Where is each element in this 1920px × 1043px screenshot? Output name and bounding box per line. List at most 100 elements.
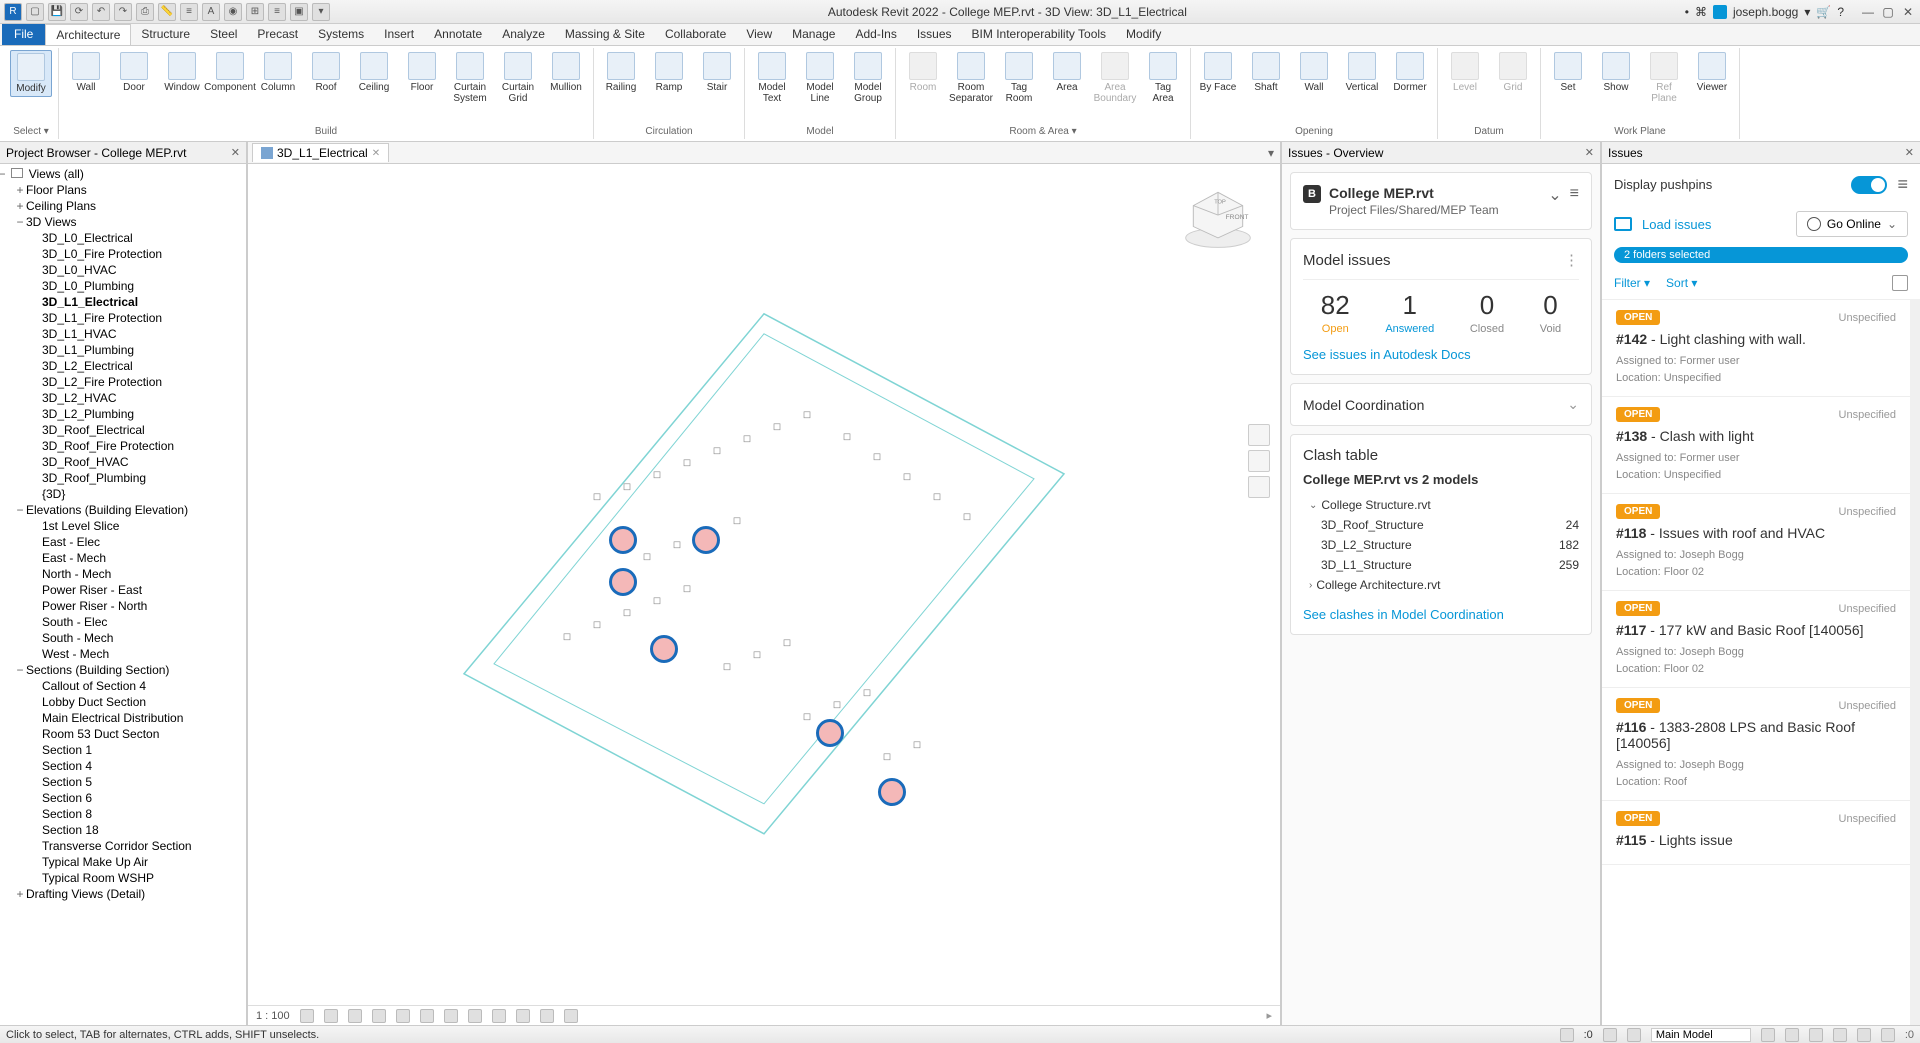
tab-options-icon[interactable]: ▾: [1262, 146, 1280, 160]
tree-item[interactable]: 3D_L0_HVAC: [0, 262, 246, 278]
menu-tab-issues[interactable]: Issues: [907, 24, 962, 45]
tree-item[interactable]: East - Elec: [0, 534, 246, 550]
collapse-icon[interactable]: −: [14, 663, 26, 677]
issue-pushpin[interactable]: [878, 778, 906, 806]
sun-path-icon[interactable]: [348, 1009, 362, 1023]
scroll-right-icon[interactable]: ▸: [1266, 1009, 1272, 1022]
stat-open[interactable]: 82 Open: [1321, 290, 1350, 335]
reveal-hidden-icon[interactable]: [516, 1009, 530, 1023]
menu-tab-massing-site[interactable]: Massing & Site: [555, 24, 655, 45]
menu-tab-modify[interactable]: Modify: [1116, 24, 1171, 45]
model-coordination-row[interactable]: Model Coordination ⌄: [1290, 383, 1592, 426]
visual-style-icon[interactable]: [324, 1009, 338, 1023]
ribbon-button-model-text[interactable]: Model Text: [751, 50, 793, 106]
expand-icon[interactable]: +: [14, 199, 26, 213]
tree-item[interactable]: 3D_L0_Plumbing: [0, 278, 246, 294]
thin-lines-icon[interactable]: ≡: [268, 3, 286, 21]
tree-item[interactable]: 3D_Roof_Electrical: [0, 422, 246, 438]
ribbon-button-model-group[interactable]: Model Group: [847, 50, 889, 106]
maximize-icon[interactable]: ▢: [1880, 5, 1896, 19]
ribbon-button-tag-area[interactable]: Tag Area: [1142, 50, 1184, 106]
tree-item[interactable]: 3D_Roof_Plumbing: [0, 470, 246, 486]
menu-tab-analyze[interactable]: Analyze: [492, 24, 555, 45]
sync-icon[interactable]: ⟳: [70, 3, 88, 21]
clash-link[interactable]: See clashes in Model Coordination: [1303, 607, 1579, 622]
tree-item[interactable]: −Elevations (Building Elevation): [0, 502, 246, 518]
tree-item[interactable]: 3D_L1_Plumbing: [0, 342, 246, 358]
ribbon-button-component[interactable]: Component: [209, 50, 251, 95]
lock-3d-icon[interactable]: [468, 1009, 482, 1023]
load-issues-link[interactable]: Load issues: [1642, 217, 1711, 232]
revit-logo-icon[interactable]: R: [4, 3, 22, 21]
select-underlay-icon[interactable]: [1785, 1028, 1799, 1042]
menu-tab-add-ins[interactable]: Add-Ins: [845, 24, 906, 45]
menu-icon[interactable]: ≡: [1570, 185, 1579, 205]
select-links-icon[interactable]: [1761, 1028, 1775, 1042]
ribbon-button-shaft[interactable]: Shaft: [1245, 50, 1287, 95]
ribbon-button-window[interactable]: Window: [161, 50, 203, 95]
ribbon-button-roof[interactable]: Roof: [305, 50, 347, 95]
select-pinned-icon[interactable]: [1809, 1028, 1823, 1042]
switch-windows-icon[interactable]: ▾: [312, 3, 330, 21]
keycode-icon[interactable]: ⌘: [1695, 5, 1707, 19]
view-cube[interactable]: FRONT TOP: [1180, 182, 1256, 252]
tree-item[interactable]: Typical Room WSHP: [0, 870, 246, 886]
clash-group[interactable]: ⌄College Structure.rvt: [1303, 495, 1579, 515]
issue-pushpin[interactable]: [816, 719, 844, 747]
issue-pushpin[interactable]: [609, 526, 637, 554]
clash-row[interactable]: 3D_Roof_Structure24: [1303, 515, 1579, 535]
cart-icon[interactable]: 🛒: [1816, 5, 1831, 19]
analytical-icon[interactable]: [540, 1009, 554, 1023]
tree-item[interactable]: Section 5: [0, 774, 246, 790]
redo-icon[interactable]: ↷: [114, 3, 132, 21]
tree-item[interactable]: Main Electrical Distribution: [0, 710, 246, 726]
expand-icon[interactable]: +: [14, 183, 26, 197]
print-icon[interactable]: ⎙: [136, 3, 154, 21]
tree-item[interactable]: +Drafting Views (Detail): [0, 886, 246, 902]
ribbon-button-area[interactable]: Area: [1046, 50, 1088, 95]
menu-tab-architecture[interactable]: Architecture: [45, 24, 131, 45]
tree-item[interactable]: 3D_L0_Electrical: [0, 230, 246, 246]
ribbon-button-wall[interactable]: Wall: [65, 50, 107, 95]
align-icon[interactable]: ≡: [180, 3, 198, 21]
filter-dropdown[interactable]: Filter ▾: [1614, 276, 1650, 290]
user-avatar-icon[interactable]: [1713, 5, 1727, 19]
close-icon[interactable]: ✕: [1905, 146, 1914, 159]
ribbon-button-ramp[interactable]: Ramp: [648, 50, 690, 95]
tree-item[interactable]: 3D_L2_Electrical: [0, 358, 246, 374]
menu-icon[interactable]: ≡: [1897, 174, 1908, 195]
clash-row[interactable]: 3D_L1_Structure259: [1303, 555, 1579, 575]
ribbon-button-vertical[interactable]: Vertical: [1341, 50, 1383, 95]
ribbon-button-modify[interactable]: Modify: [10, 50, 52, 97]
info-icon[interactable]: •: [1685, 5, 1689, 19]
stat-answered[interactable]: 1 Answered: [1385, 290, 1434, 335]
tree-item[interactable]: 3D_Roof_Fire Protection: [0, 438, 246, 454]
sort-dropdown[interactable]: Sort ▾: [1666, 276, 1697, 290]
design-options-icon[interactable]: [1627, 1028, 1641, 1042]
ribbon-button-door[interactable]: Door: [113, 50, 155, 95]
tree-item[interactable]: Section 18: [0, 822, 246, 838]
main-model-input[interactable]: [1651, 1028, 1751, 1042]
tree-item[interactable]: Section 6: [0, 790, 246, 806]
tree-item[interactable]: +Ceiling Plans: [0, 198, 246, 214]
issue-card[interactable]: OPENUnspecified#115 - Lights issue: [1602, 801, 1910, 865]
menu-tab-view[interactable]: View: [736, 24, 782, 45]
undo-icon[interactable]: ↶: [92, 3, 110, 21]
ribbon-button-wall[interactable]: Wall: [1293, 50, 1335, 95]
ribbon-button-viewer[interactable]: Viewer: [1691, 50, 1733, 95]
view-tab-active[interactable]: 3D_L1_Electrical ✕: [252, 143, 389, 162]
pan-icon[interactable]: [1248, 450, 1270, 472]
file-menu[interactable]: File: [2, 24, 45, 45]
ribbon-button-model-line[interactable]: Model Line: [799, 50, 841, 106]
save-icon[interactable]: 💾: [48, 3, 66, 21]
go-online-button[interactable]: Go Online ⌄: [1796, 211, 1908, 237]
tree-item[interactable]: 1st Level Slice: [0, 518, 246, 534]
measure-icon[interactable]: 📏: [158, 3, 176, 21]
select-face-icon[interactable]: [1833, 1028, 1847, 1042]
menu-tab-annotate[interactable]: Annotate: [424, 24, 492, 45]
section-icon[interactable]: ⊞: [246, 3, 264, 21]
issue-card[interactable]: OPENUnspecified#142 - Light clashing wit…: [1602, 300, 1910, 397]
tree-item[interactable]: Section 8: [0, 806, 246, 822]
tree-item[interactable]: 3D_L2_Plumbing: [0, 406, 246, 422]
scrollbar[interactable]: [1910, 299, 1920, 1025]
